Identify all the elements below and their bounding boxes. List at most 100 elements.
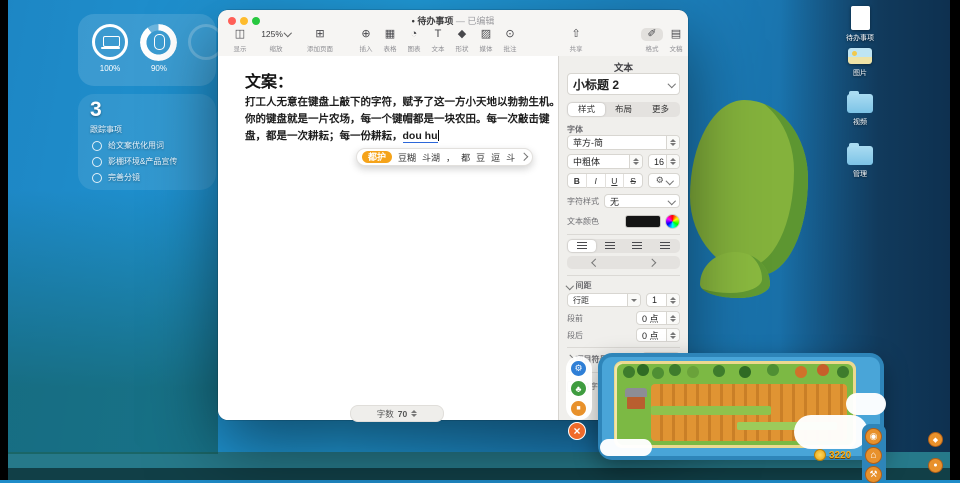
line-spacing-value-field[interactable]: 1	[646, 293, 680, 307]
desktop-left-teal	[8, 190, 218, 454]
tab-layout[interactable]: 布局	[605, 103, 642, 116]
toolbar-label: 缩放	[256, 43, 296, 53]
game-home-button[interactable]: ⌂	[865, 447, 882, 464]
window-title-name: 待办事项	[417, 16, 453, 26]
ime-candidate[interactable]: ，	[446, 151, 455, 164]
ime-more-icon[interactable]	[520, 153, 528, 161]
zoom-menu-button[interactable]: 125% 缩放	[256, 28, 296, 53]
show-sidebar-button[interactable]: ◫ 显示	[226, 28, 254, 53]
gear-icon: ⚙	[656, 175, 664, 186]
share-button[interactable]: ⇧ 共享	[562, 28, 590, 53]
reminder-item[interactable]: 影棚环境&产品宣传	[92, 156, 177, 167]
forest-icon: ♣	[576, 384, 582, 394]
italic-button[interactable]: I	[586, 174, 605, 188]
share-icon: ⇧	[562, 28, 590, 41]
game-tools-button[interactable]: ⚒	[865, 466, 882, 483]
document-canvas[interactable]: 文案： 打工人无意在键盘上敲下的字符，赋予了这一方小天地以勃勃生机。 你的键盘就…	[218, 56, 559, 420]
tab-style[interactable]: 样式	[568, 103, 605, 116]
text-color-swatch[interactable]	[625, 215, 661, 228]
desktop-icon-pictures[interactable]: 图片	[842, 48, 878, 78]
tree	[739, 366, 751, 378]
font-family-field[interactable]: 苹方-简	[567, 135, 680, 150]
text-style-buttons: B I U S	[567, 173, 643, 188]
paragraph-style-value: 小标题 2	[573, 76, 619, 93]
reminder-item[interactable]: 完善分镜	[92, 172, 140, 183]
line-spacing-stepper[interactable]	[666, 294, 679, 306]
folder-icon	[847, 146, 873, 165]
desktop-icon-todo[interactable]: 待办事项	[842, 6, 878, 43]
char-style-dropdown[interactable]: 无	[604, 194, 680, 208]
home-icon: ⌂	[870, 450, 876, 461]
space-after-value: 0 点	[642, 329, 659, 342]
align-center-button[interactable]	[596, 240, 624, 252]
space-before-field[interactable]: 0 点	[636, 311, 680, 325]
outdent-button[interactable]	[568, 257, 624, 268]
align-left-button[interactable]	[568, 240, 596, 252]
tab-more[interactable]: 更多	[642, 103, 679, 116]
cloud	[846, 393, 886, 415]
reminder-checkbox[interactable]	[92, 157, 102, 167]
game-forest-button[interactable]: ♣	[570, 380, 587, 397]
reminder-checkbox[interactable]	[92, 141, 102, 151]
ime-candidate[interactable]: 逗	[491, 151, 500, 164]
add-page-button[interactable]: ⊞ 添加页面	[302, 28, 338, 53]
game-bag-button[interactable]: ◉	[865, 428, 882, 445]
ime-candidate[interactable]: 斗湖	[422, 151, 440, 164]
game-close-button[interactable]: ×	[568, 422, 586, 440]
ime-candidate[interactable]: 豆	[476, 151, 485, 164]
word-count-pill[interactable]: 字数 70	[350, 405, 444, 422]
game-basket-button[interactable]: ■	[570, 400, 587, 417]
reminder-item[interactable]: 给文案优化用词	[92, 140, 164, 151]
document-settings-button[interactable]: ▤ 文稿	[662, 28, 690, 53]
mouse-icon	[154, 34, 165, 50]
farm-game-panel[interactable]: 3220	[598, 353, 884, 460]
paragraph-style-dropdown[interactable]: 小标题 2	[567, 73, 680, 95]
align-justify-button[interactable]	[651, 240, 679, 252]
battery-widget[interactable]: 100% 90%	[78, 14, 216, 86]
reminder-checkbox[interactable]	[92, 173, 102, 183]
ime-selected-candidate[interactable]: 都护	[362, 151, 392, 163]
screen-left-bar	[0, 0, 8, 480]
spacing-label: 间距	[576, 280, 592, 291]
space-after-stepper[interactable]	[666, 329, 679, 341]
desktop-icon-manage[interactable]: 管理	[842, 146, 878, 179]
spacing-disclosure-icon[interactable]	[566, 282, 574, 290]
toolbar-label: 添加页面	[302, 43, 338, 53]
typeface-field[interactable]: 中粗体	[567, 154, 643, 169]
cloud	[600, 439, 652, 456]
line-spacing-type-stepper[interactable]	[627, 294, 640, 306]
underline-button[interactable]: U	[605, 174, 624, 188]
indent-button[interactable]	[624, 257, 680, 268]
space-after-field[interactable]: 0 点	[636, 328, 680, 342]
desktop-icon-videos[interactable]: 视频	[842, 94, 878, 127]
game-settings-button[interactable]: ⚙	[570, 360, 587, 377]
ime-composing-text: dou hu	[403, 130, 438, 143]
space-before-stepper[interactable]	[666, 312, 679, 324]
ime-candidate[interactable]: 都	[461, 151, 470, 164]
reminder-text: 给文案优化用词	[108, 140, 164, 151]
typeface-stepper[interactable]	[629, 155, 642, 168]
laptop-battery-percent: 100%	[91, 64, 129, 73]
line-spacing-type-field[interactable]: 行距	[567, 293, 641, 307]
comment-button[interactable]: ⊙ 批注	[496, 28, 524, 53]
reminder-text: 完善分镜	[108, 172, 140, 183]
desktop-bottom-dark	[8, 468, 950, 480]
tree	[767, 364, 779, 376]
advanced-text-options-button[interactable]: ⚙	[648, 173, 680, 188]
ime-candidate-bar[interactable]: 都护 豆糊 斗湖 ， 都 豆 逗 斗	[356, 148, 533, 166]
strikethrough-button[interactable]: S	[623, 174, 642, 188]
game-gift-button[interactable]: ◆	[928, 432, 943, 447]
font-family-stepper[interactable]	[666, 136, 679, 149]
game-shop-button[interactable]: ●	[928, 458, 943, 473]
toolbar-label: 显示	[226, 43, 254, 53]
font-size-stepper[interactable]	[666, 155, 679, 168]
ime-candidate[interactable]: 斗	[506, 151, 515, 164]
color-wheel-button[interactable]	[665, 214, 680, 229]
tree	[837, 366, 849, 378]
bold-button[interactable]: B	[568, 174, 586, 188]
align-right-button[interactable]	[624, 240, 652, 252]
font-size-field[interactable]: 16	[648, 154, 680, 169]
word-count-label: 字数	[377, 408, 394, 420]
ime-candidate[interactable]: 豆糊	[398, 151, 416, 164]
reminders-widget[interactable]: 3 跟踪事项 给文案优化用词 影棚环境&产品宣传 完善分镜	[78, 94, 216, 190]
